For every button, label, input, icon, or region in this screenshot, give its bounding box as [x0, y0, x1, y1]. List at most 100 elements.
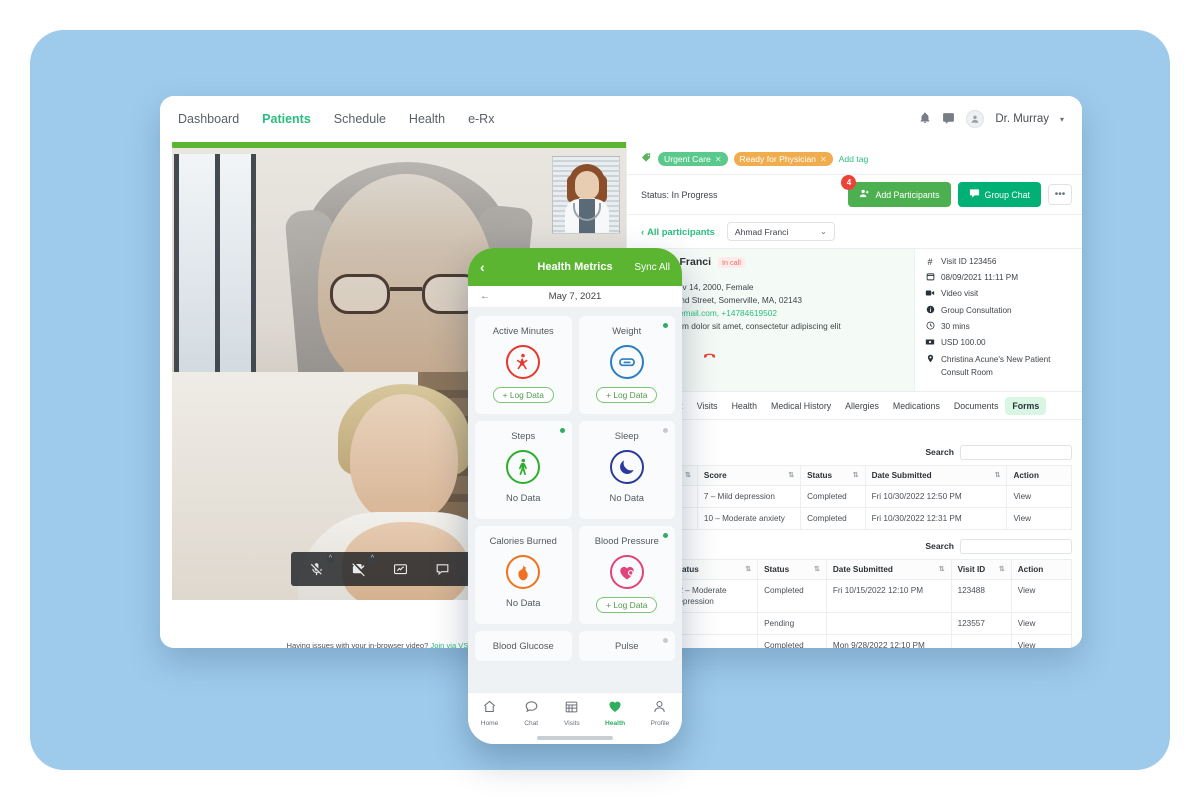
table-row[interactable]: 10 – Moderate anxiety Completed Fri 10/3… [641, 506, 1072, 530]
cell-date: Mon 9/28/2022 12:10 PM [825, 633, 952, 648]
th-date-label-2: Date Submitted [832, 564, 893, 574]
info-icon [925, 305, 935, 318]
phone-tab-visits[interactable]: Visits [564, 699, 580, 727]
tab-visits[interactable]: Visits [690, 397, 725, 415]
metric-card-sleep[interactable]: Sleep z No Data [578, 421, 675, 519]
cell-view-link[interactable]: View [1006, 484, 1072, 508]
metric-title: Active Minutes [492, 325, 554, 336]
phone-tab-health[interactable]: Health [605, 698, 625, 727]
active-minutes-icon [506, 345, 541, 379]
tab-medical-history[interactable]: Medical History [764, 397, 838, 415]
nav-link-erx[interactable]: e-Rx [468, 112, 494, 126]
more-options-icon[interactable]: ••• [1048, 184, 1072, 205]
avatar-icon[interactable] [966, 110, 985, 128]
tag-remove-icon[interactable]: ✕ [715, 155, 722, 164]
metric-card-weight[interactable]: Weight + Log Data [578, 316, 675, 414]
th-date-submitted[interactable]: Date Submitted ⇅ [864, 464, 1008, 486]
cell-visit-id[interactable]: 123557 [950, 611, 1012, 635]
sort-icon: ⇅ [998, 565, 1005, 573]
tab-health[interactable]: Health [725, 397, 764, 415]
group-chat-button[interactable]: Group Chat [957, 182, 1041, 207]
phone-tab-profile[interactable]: Profile [651, 699, 669, 727]
metric-card-blood-pressure[interactable]: Blood Pressure + Log Data [578, 526, 675, 624]
metric-state: No Data [506, 492, 541, 503]
mic-options-caret[interactable]: ^ [326, 554, 334, 563]
metric-title: Calories Burned [489, 535, 557, 546]
chat-icon[interactable] [421, 552, 463, 586]
nav-link-schedule[interactable]: Schedule [334, 112, 386, 126]
sort-icon: ⇅ [788, 471, 795, 479]
cell-view-link[interactable]: View [1010, 578, 1073, 613]
th-status[interactable]: Status ⇅ [800, 464, 866, 486]
metric-card-active-minutes[interactable]: Active Minutes + Log Data [475, 316, 572, 414]
microphone-muted-icon[interactable]: ^ [295, 552, 337, 586]
tab-documents[interactable]: Documents [947, 397, 1006, 415]
th-visit-id[interactable]: Visit ID ⇅ [950, 558, 1012, 580]
end-call-icon[interactable] [702, 348, 717, 368]
meta-location-text: Christina Acune's New Patient Consult Ro… [941, 355, 1051, 377]
tab-allergies[interactable]: Allergies [838, 397, 886, 415]
cell-visit-id[interactable]: 123488 [950, 578, 1012, 613]
cell-view-link[interactable]: View [1006, 506, 1072, 530]
th-date-submitted-2[interactable]: Date Submitted ⇅ [825, 558, 952, 580]
th-score[interactable]: Score ⇅ [696, 464, 802, 486]
cell-view-link[interactable]: View [1010, 611, 1073, 635]
nav-link-dashboard[interactable]: Dashboard [178, 112, 239, 126]
metric-title: Pulse [615, 640, 639, 651]
cell-score: 10 – Moderate anxiety [696, 506, 802, 530]
metric-card-calories-burned[interactable]: Calories Burned No Data [475, 526, 572, 624]
search-input[interactable] [960, 538, 1072, 554]
tag-remove-icon[interactable]: ✕ [820, 155, 827, 164]
tag-urgent-care[interactable]: Urgent Care ✕ [658, 152, 728, 166]
cell-score: 7 – Mild depression [696, 484, 802, 508]
search-input[interactable] [960, 444, 1072, 460]
all-participants-link[interactable]: ‹ All participants [641, 226, 715, 237]
sort-icon: ⇅ [938, 565, 945, 573]
sync-all-button[interactable]: Sync All [634, 262, 670, 273]
table-row[interactable]: 7 – Mild depression Completed Fri 10/30/… [641, 484, 1072, 508]
cell-view-link[interactable]: View [1010, 633, 1073, 648]
th-visit-id-label: Visit ID [957, 564, 986, 574]
phone-date-label: May 7, 2021 [548, 291, 602, 302]
chat-bubble-icon[interactable] [942, 112, 955, 127]
table-row[interactable]: 12 – Moderate depression Completed Fri 1… [641, 578, 1073, 613]
user-name-label[interactable]: Dr. Murray [995, 113, 1049, 125]
table-row[interactable]: Pending 123557 View [641, 611, 1073, 635]
camera-options-caret[interactable]: ^ [368, 554, 376, 563]
bell-icon[interactable] [919, 112, 931, 126]
metric-card-blood-glucose[interactable]: Blood Glucose [475, 631, 572, 661]
self-view-thumbnail[interactable] [552, 156, 620, 234]
tab-forms[interactable]: Forms [1005, 396, 1047, 415]
th-status-b[interactable]: Status ⇅ [757, 558, 827, 580]
metric-card-steps[interactable]: Steps No Data [475, 421, 572, 519]
add-participants-button[interactable]: 4 Add Participants [841, 175, 951, 207]
tab-medications[interactable]: Medications [886, 397, 947, 415]
nav-link-patients[interactable]: Patients [262, 112, 311, 126]
camera-muted-icon[interactable]: ^ [337, 552, 379, 586]
log-data-button[interactable]: + Log Data [596, 387, 658, 403]
phone-tab-chat[interactable]: Chat [524, 699, 539, 727]
phone-tab-chat-label: Chat [524, 719, 539, 727]
log-data-button[interactable]: + Log Data [492, 387, 554, 403]
back-chevron-icon[interactable]: ‹ [480, 259, 485, 275]
chevron-down-icon[interactable]: ▾ [1060, 115, 1064, 124]
cell-date: Fri 10/15/2022 12:10 PM [825, 578, 952, 613]
table-header-row: ⇅ Status ⇅ Status ⇅ Date Submitted ⇅ Visit … [641, 558, 1073, 580]
participant-select-value: Ahmad Franci [734, 226, 789, 237]
meta-datetime: 08/09/2021 11:11 PM [925, 272, 1074, 285]
nav-link-health[interactable]: Health [409, 112, 445, 126]
add-tag-button[interactable]: Add tag [839, 154, 869, 164]
phone-tab-home[interactable]: Home [481, 699, 498, 727]
blood-pressure-heart-icon [609, 555, 644, 589]
cell-status: Completed [800, 506, 866, 530]
cell-visit-id[interactable] [950, 633, 1012, 648]
cell-date: Fri 10/30/2022 12:31 PM [864, 506, 1008, 530]
weight-scale-icon [609, 345, 644, 379]
log-data-button[interactable]: + Log Data [596, 597, 658, 613]
table-row[interactable]: Completed Mon 9/28/2022 12:10 PM View [641, 633, 1073, 648]
tag-ready-for-physician[interactable]: Ready for Physician ✕ [733, 152, 833, 166]
share-screen-icon[interactable] [379, 552, 421, 586]
metric-card-pulse[interactable]: Pulse [578, 631, 675, 661]
meta-consult-type-text: Group Consultation [941, 306, 1012, 315]
participant-select[interactable]: Ahmad Franci ⌄ [726, 222, 835, 241]
